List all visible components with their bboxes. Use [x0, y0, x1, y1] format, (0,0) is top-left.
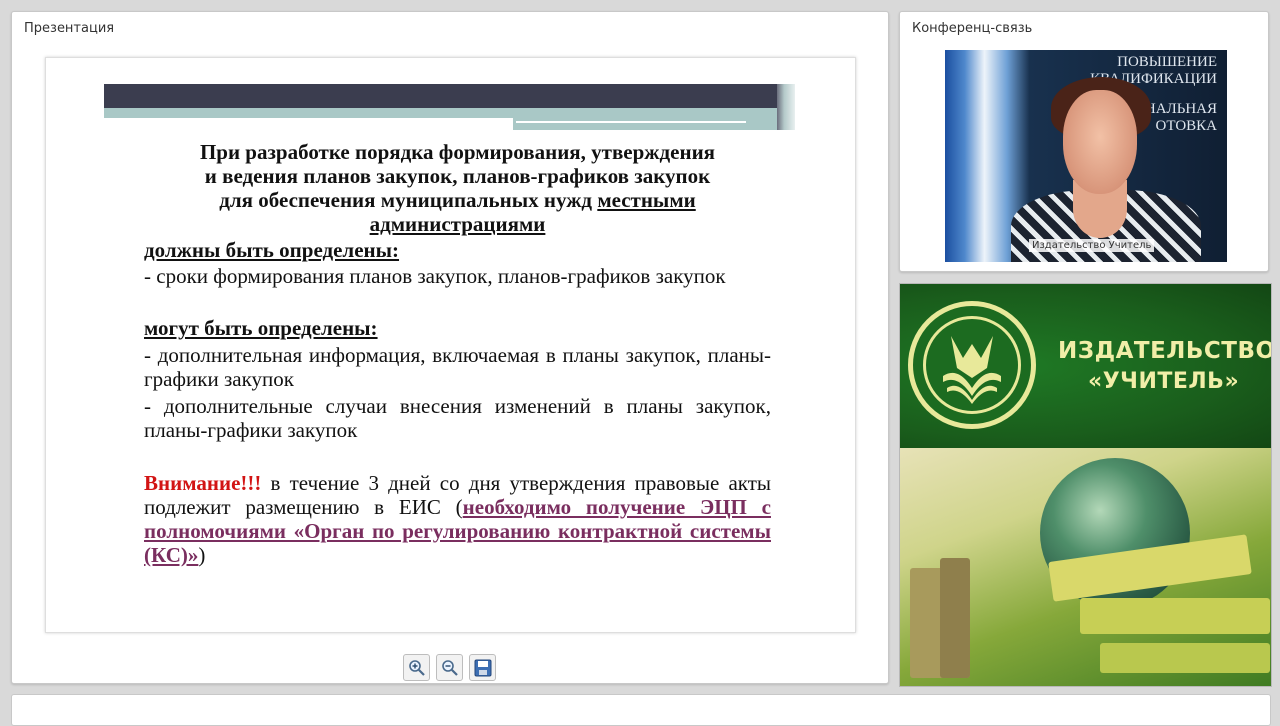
slide-header-line [516, 121, 746, 123]
video-bg-text-4: ОТОВКА [1155, 118, 1217, 134]
slide-header-bar [104, 84, 777, 108]
banner-title-line-2: «УЧИТЕЛЬ» [1088, 369, 1240, 394]
conference-panel: Конференц-связь ПОВЫШЕНИЕ КВАЛИФИКАЦИИ Н… [899, 11, 1269, 272]
bottom-panel [11, 694, 1271, 726]
heading-line-3-text: для обеспечения муниципальных нужд [219, 188, 593, 212]
attention-label: Внимание!!! [144, 471, 262, 495]
conference-panel-title: Конференц-связь [912, 21, 1033, 36]
video-bg-text-1: ПОВЫШЕНИЕ [1117, 54, 1217, 70]
zoom-out-icon [442, 660, 458, 676]
banner-top: ИЗДАТЕЛЬСТВО «УЧИТЕЛЬ» [900, 284, 1271, 448]
presenter-face [1063, 90, 1137, 194]
presentation-panel: Презентация При разработке порядка форми… [11, 11, 889, 684]
heading-line-3: для обеспечения муниципальных нужд местн… [144, 188, 771, 236]
zoom-out-button[interactable] [436, 654, 463, 681]
presentation-panel-title: Презентация [24, 21, 115, 36]
slide: При разработке порядка формирования, утв… [45, 57, 856, 633]
may-item-1: - дополнительная информация, включаемая … [144, 343, 771, 391]
may-label: могут быть определены: [144, 316, 378, 340]
save-button[interactable] [469, 654, 496, 681]
slide-header-accent [104, 108, 777, 118]
banner-title-line-1: ИЗДАТЕЛЬСТВО [1058, 338, 1272, 364]
banner-image [900, 448, 1271, 686]
must-label: должны быть определены: [144, 238, 400, 262]
zoom-in-icon [409, 660, 425, 676]
publisher-banner[interactable]: ИЗДАТЕЛЬСТВО «УЧИТЕЛЬ» [899, 283, 1272, 687]
slide-heading: При разработке порядка формирования, утв… [144, 140, 771, 236]
book-logo-icon [943, 336, 1001, 404]
zoom-in-button[interactable] [403, 654, 430, 681]
may-item-2: - дополнительные случаи внесения изменен… [144, 394, 771, 442]
video-label: Издательство Учитель [1029, 239, 1155, 252]
heading-line-2: и ведения планов закупок, планов-графико… [204, 164, 711, 188]
attention-paragraph: Внимание!!! в течение 3 дней со дня утве… [144, 471, 771, 567]
publisher-logo-icon [908, 301, 1036, 429]
video-feed[interactable]: ПОВЫШЕНИЕ КВАЛИФИКАЦИИ НАЛЬНАЯ ОТОВКА Из… [945, 50, 1227, 262]
heading-line-1: При разработке порядка формирования, утв… [199, 140, 716, 164]
video-bg-text-3: НАЛЬНАЯ [1144, 101, 1217, 117]
must-item-1: - сроки формирования планов закупок, пла… [144, 264, 726, 288]
slide-header-accent-right [513, 118, 777, 130]
book-image-2 [1080, 598, 1270, 634]
book-image-5 [1100, 643, 1270, 673]
save-icon [474, 659, 492, 677]
book-image-4 [940, 558, 970, 678]
attention-close: ) [198, 543, 206, 567]
slide-header-bar-fade [777, 84, 795, 130]
